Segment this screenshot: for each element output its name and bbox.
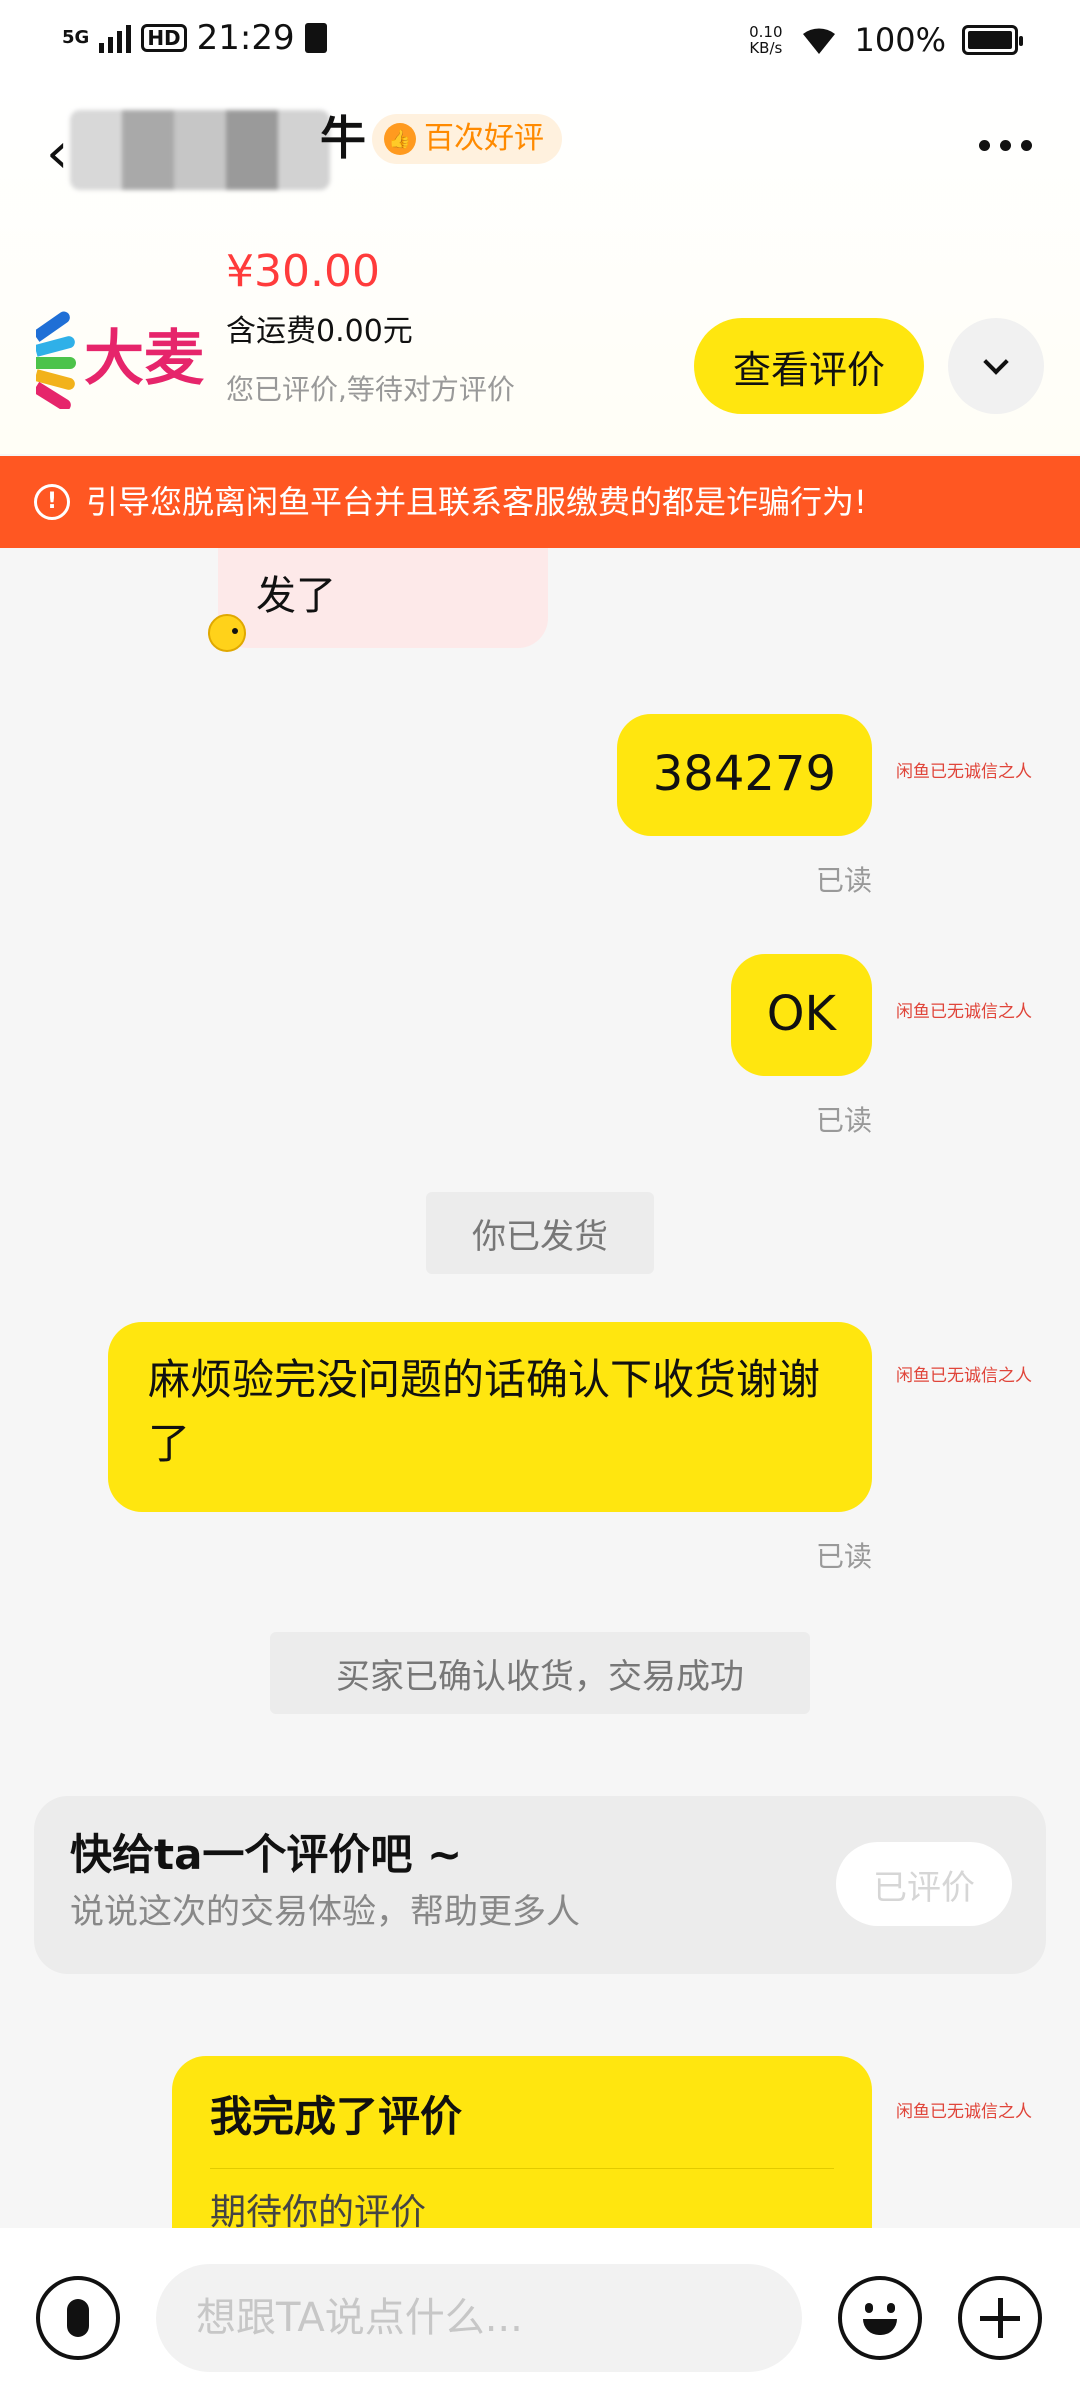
system-message-confirmed: 买家已确认收货，交易成功 xyxy=(270,1632,810,1714)
wifi-icon xyxy=(802,28,835,54)
watermark-label: 闲鱼已无诚信之人 xyxy=(896,2102,1032,2122)
logo-text: 大麦 xyxy=(84,324,204,394)
badge-label: 百次好评 xyxy=(424,121,544,156)
voice-input-icon[interactable] xyxy=(36,2276,120,2360)
plus-icon[interactable] xyxy=(958,2276,1042,2360)
partial-message-bubble: 发了 xyxy=(218,548,548,648)
input-bar xyxy=(0,2228,1080,2408)
chat-messages: 发了 384279 闲鱼已无诚信之人 已读 OK 闲鱼已无诚信之人 已读 你已发… xyxy=(0,548,1080,2228)
watermark-label: 闲鱼已无诚信之人 xyxy=(896,762,1032,782)
hd-icon: HD xyxy=(141,24,187,52)
view-review-button[interactable]: 查看评价 xyxy=(694,318,924,414)
chat-header: ‹ 牛 👍 百次好评 大麦 ¥30.00 含运费0.00元 您已评价,等待对方评… xyxy=(0,84,1080,454)
review-done-card[interactable]: 我完成了评价 期待你的评价 xyxy=(172,2056,872,2228)
chevron-down-icon xyxy=(983,349,1009,375)
review-done-subtitle: 期待你的评价 xyxy=(210,2192,427,2228)
network-type: 5G xyxy=(62,27,90,48)
item-shipping: 含运费0.00元 xyxy=(226,314,413,349)
item-thumbnail[interactable]: 大麦 xyxy=(36,309,204,409)
watermark-label: 闲鱼已无诚信之人 xyxy=(896,1366,1032,1386)
message-input[interactable] xyxy=(156,2264,802,2372)
thumbs-up-icon: 👍 xyxy=(384,123,416,155)
microphone-icon xyxy=(67,2299,89,2337)
rate-prompt-card: 快给ta一个评价吧 ~ 说说这次的交易体验，帮助更多人 已评价 xyxy=(34,1796,1046,1974)
network-speed: 0.10 KB/s xyxy=(749,24,782,56)
read-status: 已读 xyxy=(815,1104,872,1137)
card-divider xyxy=(210,2168,834,2169)
rate-prompt-title: 快给ta一个评价吧 ~ xyxy=(70,1830,463,1879)
status-time: 21:29 xyxy=(196,18,295,58)
emoji-icon[interactable] xyxy=(838,2276,922,2360)
speed-value: 0.10 xyxy=(749,23,783,41)
read-status: 已读 xyxy=(815,1540,872,1573)
speed-unit: KB/s xyxy=(749,39,783,57)
item-price: ¥30.00 xyxy=(226,246,380,297)
clipboard-icon xyxy=(304,23,327,53)
watermark-label: 闲鱼已无诚信之人 xyxy=(896,1002,1032,1022)
message-bubble[interactable]: 384279 xyxy=(616,714,872,836)
expand-button[interactable] xyxy=(948,318,1044,414)
warning-text: 引导您脱离闲鱼平台并且联系客服缴费的都是诈骗行为! xyxy=(86,483,867,521)
battery-percent: 100% xyxy=(854,21,946,59)
system-message-shipped: 你已发货 xyxy=(426,1192,654,1274)
fraud-warning-banner: ! 引导您脱离闲鱼平台并且联系客服缴费的都是诈骗行为! xyxy=(0,456,1080,548)
user-name[interactable]: 牛 xyxy=(320,108,366,168)
chat-screen: 5G HD 21:29 0.10 KB/s 100% ‹ 牛 👍 百次好评 大麦… xyxy=(0,0,1080,2408)
rated-button[interactable]: 已评价 xyxy=(836,1842,1012,1926)
read-status: 已读 xyxy=(815,864,872,897)
rate-prompt-subtitle: 说说这次的交易体验，帮助更多人 xyxy=(70,1892,580,1932)
user-name-blurred xyxy=(70,110,330,190)
logo-fan-icon xyxy=(36,309,78,409)
review-done-title: 我完成了评价 xyxy=(210,2092,463,2141)
warning-icon: ! xyxy=(34,484,70,520)
message-bubble[interactable]: OK xyxy=(730,954,872,1076)
chick-sticker-icon xyxy=(208,614,246,652)
status-bar: 5G HD 21:29 0.10 KB/s 100% xyxy=(0,0,1080,84)
more-icon[interactable] xyxy=(979,140,1032,151)
smiley-face-icon xyxy=(857,2295,903,2341)
message-bubble[interactable]: 麻烦验完没问题的话确认下收货谢谢了 xyxy=(108,1322,872,1512)
review-badge: 👍 百次好评 xyxy=(372,114,562,164)
battery-icon xyxy=(962,25,1023,55)
item-status: 您已评价,等待对方评价 xyxy=(226,373,515,406)
signal-icon xyxy=(99,23,132,53)
